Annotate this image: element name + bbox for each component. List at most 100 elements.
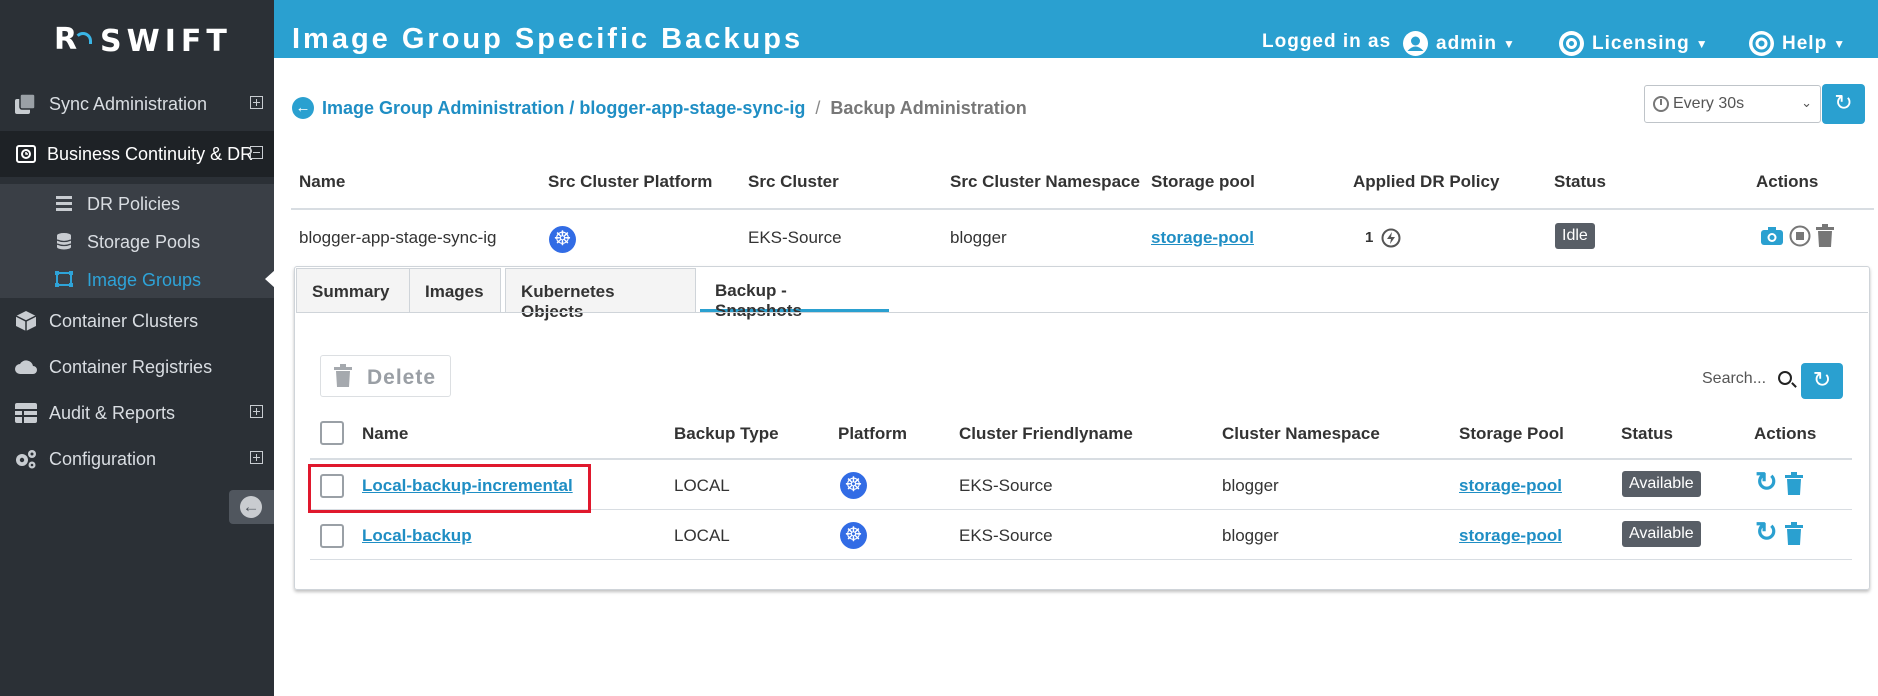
search-input[interactable]: Search... (1702, 370, 1766, 388)
gears-icon (16, 450, 36, 469)
licensing-icon (1559, 31, 1584, 56)
expand-icon[interactable] (250, 451, 263, 464)
column-header: Applied DR Policy (1353, 172, 1500, 191)
expand-icon[interactable] (250, 96, 263, 109)
logo-mark: R (54, 22, 94, 58)
column-header: Storage Pool (1459, 424, 1564, 443)
group-table-header: Name Src Cluster Platform Src Cluster Sr… (291, 172, 1874, 210)
delete-label: Delete (367, 366, 437, 389)
chevron-down-icon: ▼ (1695, 36, 1709, 51)
column-header: Src Cluster (748, 172, 839, 191)
column-header: Backup Type (674, 424, 779, 443)
sidebar-item-container-registries[interactable]: Container Registries (0, 344, 274, 390)
tab-kubernetes-objects[interactable]: Kubernetes Objects (505, 268, 696, 321)
group-name: blogger-app-stage-sync-ig (299, 228, 497, 247)
collapse-section-icon[interactable] (250, 146, 263, 159)
sidebar-item-sync-administration[interactable]: Sync Administration (0, 81, 274, 127)
sidebar-item-label: Sync Administration (49, 93, 208, 114)
search-icon[interactable] (1778, 371, 1792, 385)
chevron-down-icon: ▼ (1502, 36, 1516, 51)
tab-backup-snapshots[interactable]: Backup - Snapshots (700, 268, 889, 320)
column-header: Cluster Namespace (1222, 424, 1380, 443)
kubernetes-icon: ☸ (840, 522, 867, 549)
business-continuity-icon (16, 145, 36, 163)
cloud-icon (15, 360, 37, 374)
column-header: Storage pool (1151, 172, 1255, 191)
sidebar-item-label: Business Continuity & DR (47, 143, 254, 164)
stop-icon[interactable] (1789, 225, 1811, 247)
sidebar-item-label: Configuration (49, 448, 157, 469)
table-row: Local-backup LOCAL ☸ EKS-Source blogger … (310, 512, 1852, 560)
storage-pool-link[interactable]: storage-pool (1459, 476, 1562, 496)
trash-icon[interactable] (1815, 224, 1835, 248)
image-groups-icon (55, 271, 73, 287)
database-icon (56, 233, 72, 250)
breadcrumb: ← Image Group Administration / blogger-a… (292, 97, 1027, 119)
sidebar-item-audit-reports[interactable]: Audit & Reports (0, 390, 274, 436)
licensing-menu[interactable]: Licensing ▼ (1559, 31, 1709, 56)
highlight-box (308, 464, 591, 513)
camera-icon[interactable] (1760, 225, 1784, 247)
delete-button[interactable]: Delete (320, 355, 451, 397)
user-menu[interactable]: admin ▼ (1403, 31, 1516, 56)
back-icon[interactable]: ← (292, 97, 314, 119)
tab-images[interactable]: Images (409, 268, 501, 312)
status-badge: Available (1622, 471, 1701, 497)
collapse-icon: ← (240, 496, 262, 518)
kubernetes-icon: ☸ (840, 472, 867, 499)
snapshot-name-link[interactable]: Local-backup (362, 526, 472, 546)
sidebar-item-image-groups[interactable]: Image Groups (0, 260, 275, 298)
column-header: Name (362, 424, 409, 443)
breadcrumb-link[interactable]: Image Group Administration / blogger-app… (322, 98, 805, 119)
expand-icon[interactable] (250, 405, 263, 418)
refresh-interval-value: Every 30s (1673, 95, 1745, 112)
grid-icon (15, 403, 37, 423)
sidebar-item-label: Storage Pools (87, 232, 201, 252)
backup-type: LOCAL (674, 526, 730, 545)
cluster-friendlyname: EKS-Source (959, 476, 1053, 495)
brand-name: SWIFT (100, 23, 232, 59)
sidebar-item-dr-policies[interactable]: DR Policies (0, 184, 274, 222)
refresh-interval-select[interactable]: Every 30s ⌄ (1644, 85, 1821, 123)
column-header: Actions (1756, 172, 1819, 191)
bolt-icon[interactable] (1381, 228, 1401, 248)
sidebar-item-configuration[interactable]: Configuration (0, 436, 274, 482)
chevron-down-icon: ⌄ (1801, 95, 1812, 110)
clock-icon (1653, 96, 1669, 112)
row-checkbox[interactable] (320, 524, 344, 548)
restore-icon[interactable]: ↻ (1755, 517, 1778, 548)
storage-pool-link[interactable]: storage-pool (1459, 526, 1562, 546)
src-cluster: EKS-Source (748, 228, 842, 247)
src-namespace: blogger (950, 228, 1007, 247)
help-menu[interactable]: Help ▼ (1749, 31, 1846, 56)
page-title: Image Group Specific Backups (292, 23, 804, 55)
tab-summary[interactable]: Summary (296, 268, 410, 312)
sidebar-item-business-continuity[interactable]: Business Continuity & DR (0, 131, 274, 177)
restore-icon[interactable]: ↻ (1755, 467, 1778, 498)
backup-type: LOCAL (674, 476, 730, 495)
list-icon (56, 196, 72, 211)
status-badge: Available (1622, 521, 1701, 547)
sidebar-item-container-clusters[interactable]: Container Clusters (0, 298, 274, 344)
page-refresh-button[interactable]: ↻ (1822, 84, 1865, 124)
storage-pool-link[interactable]: storage-pool (1151, 228, 1254, 248)
cube-icon (15, 311, 37, 331)
r-swift-logo[interactable]: R SWIFT (54, 20, 232, 62)
trash-icon[interactable] (1784, 472, 1804, 496)
status-badge: Idle (1555, 223, 1595, 249)
refresh-icon: ↻ (1834, 90, 1853, 115)
column-header: Cluster Friendlyname (959, 424, 1133, 443)
refresh-icon: ↻ (1812, 367, 1832, 392)
sidebar-item-storage-pools[interactable]: Storage Pools (0, 222, 274, 260)
sidebar-collapse-button[interactable]: ← (229, 490, 274, 524)
column-header: Status (1621, 424, 1673, 443)
snapshots-refresh-button[interactable]: ↻ (1801, 363, 1843, 399)
trash-icon[interactable] (1784, 522, 1804, 546)
sync-icon (15, 93, 36, 114)
select-all-checkbox[interactable] (320, 421, 344, 445)
dr-policy-count: 1 (1365, 229, 1374, 246)
tabs-divider (296, 312, 1868, 313)
licensing-label: Licensing (1592, 32, 1690, 54)
logged-in-label: Logged in as (1262, 31, 1392, 52)
chevron-down-icon: ▼ (1833, 36, 1847, 51)
